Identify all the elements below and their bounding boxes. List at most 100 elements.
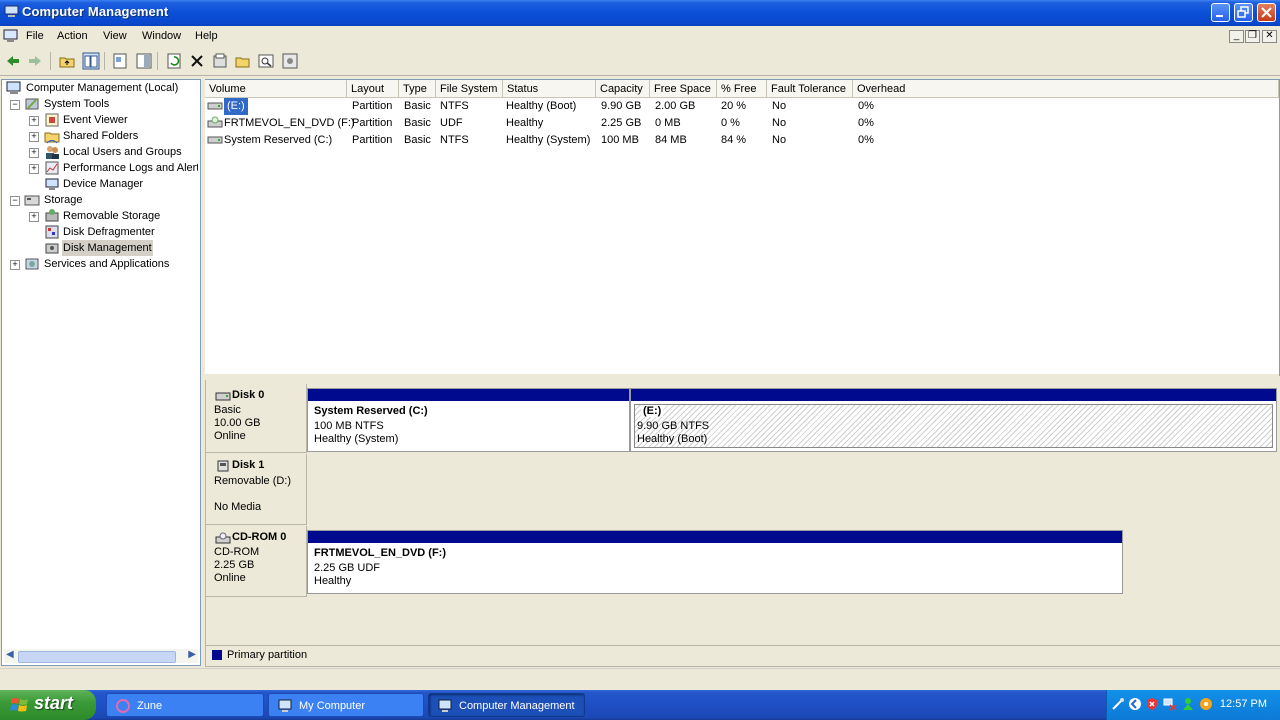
tree-horizontal-scrollbar[interactable]: ◀ ▶ [4,649,198,663]
tree-node-removable-storage[interactable]: + Removable Storage [2,208,198,224]
collapse-icon[interactable]: − [10,100,20,110]
expand-icon[interactable]: + [29,132,39,142]
taskbar-item-zune[interactable]: Zune [106,693,264,717]
disk-settings-icon[interactable] [281,52,299,70]
back-arrow-icon[interactable] [4,52,22,70]
disk-1-label[interactable]: Disk 1 Removable (D:) No Media [206,454,307,525]
users-icon [46,146,59,159]
column-header-status[interactable]: Status [503,80,596,98]
cell-filesystem: UDF [440,117,463,129]
collapse-icon[interactable]: − [10,196,20,206]
partition-dvd[interactable]: FRTMEVOL_EN_DVD (F:) 2.25 GB UDF Healthy [307,530,1123,594]
search-icon[interactable] [257,52,275,70]
menu-file[interactable]: File [26,30,44,42]
volume-list[interactable]: Volume Layout Type File System Status Ca… [205,79,1280,376]
taskbar-item-computer-management[interactable]: Computer Management [428,693,585,717]
menu-view[interactable]: View [103,30,127,42]
cell-fault-tolerance: No [772,134,787,146]
mmc-document-icon[interactable] [3,29,18,43]
minimize-button[interactable] [1211,3,1230,22]
column-header-fault-tolerance[interactable]: Fault Tolerance [767,80,853,98]
tree-node-local-users[interactable]: + Local Users and Groups [2,144,198,160]
open-icon[interactable] [234,52,252,70]
tools-tray-icon[interactable] [1111,697,1125,711]
column-header-filesystem[interactable]: File System [436,80,503,98]
start-button[interactable]: start [0,690,96,720]
cell-overhead: 0% [858,117,874,129]
media-tray-icon[interactable] [1199,697,1213,711]
partition-status: Healthy (System) [314,433,399,445]
mdi-close-button[interactable]: ✕ [1262,30,1277,43]
column-header-free-space[interactable]: Free Space [650,80,717,98]
expand-icon[interactable]: + [10,260,20,270]
refresh-icon[interactable] [165,52,183,70]
column-header-volume[interactable]: Volume [205,80,347,98]
properties-icon[interactable] [111,52,129,70]
delete-icon[interactable] [188,52,206,70]
network-disconnected-icon[interactable] [1163,697,1177,711]
tree-node-system-tools[interactable]: − System Tools [2,96,198,112]
disk-state: No Media [214,501,262,513]
window-title-bar[interactable]: Computer Management [0,0,1280,26]
mdi-restore-button[interactable]: ❐ [1245,30,1260,43]
tree-node-root[interactable]: Computer Management (Local) [4,80,200,96]
back-tray-icon[interactable] [1128,697,1142,711]
security-alert-icon[interactable] [1145,697,1159,711]
forward-arrow-icon[interactable] [26,52,44,70]
tree-node-event-viewer[interactable]: + Event Viewer [2,112,198,128]
disk-graphical-view[interactable]: Disk 0 Basic 10.00 GB Online System Rese… [205,380,1280,646]
mdi-minimize-button[interactable]: _ [1229,30,1244,43]
windows-logo-icon [10,698,28,712]
taskbar: start Zune My Computer Computer Manageme… [0,690,1280,720]
tree-node-perf-logs[interactable]: + Performance Logs and Alerts [2,160,198,176]
menu-help[interactable]: Help [195,30,218,42]
cell-volume: System Reserved (C:) [224,134,333,146]
expand-icon[interactable]: + [29,116,39,126]
tree-node-disk-defragmenter[interactable]: Disk Defragmenter [2,224,198,240]
device-manager-icon [45,178,59,190]
tree-node-storage[interactable]: − Storage [2,192,198,208]
cell-type: Basic [404,100,431,112]
console-tree[interactable]: Computer Management (Local) − System Too… [1,79,201,666]
expand-icon[interactable]: + [29,148,39,158]
up-one-level-icon[interactable] [58,52,76,70]
hard-disk-icon [215,392,231,401]
partition-system-reserved[interactable]: System Reserved (C:) 100 MB NTFS Healthy… [307,388,630,452]
tree-node-shared-folders[interactable]: + Shared Folders [2,128,198,144]
menu-action[interactable]: Action [57,30,88,42]
column-header-capacity[interactable]: Capacity [596,80,650,98]
close-icon: ✕ [1265,30,1274,41]
tree-label: System Tools [44,98,110,110]
restore-button[interactable] [1234,3,1253,22]
cdrom-0-label[interactable]: CD-ROM 0 CD-ROM 2.25 GB Online [206,526,307,597]
messenger-icon[interactable] [1181,697,1195,711]
removable-storage-icon [45,209,59,222]
column-header-type[interactable]: Type [399,80,436,98]
cell-capacity: 2.25 GB [601,117,642,129]
help-pane-icon[interactable] [135,52,153,70]
partition-e-drive[interactable]: (E:) 9.90 GB NTFS Healthy (Boot) [630,388,1277,452]
close-button[interactable] [1257,3,1276,22]
column-header-overhead[interactable]: Overhead [853,80,1279,98]
column-header-percent-free[interactable]: % Free [717,80,767,98]
expand-icon[interactable]: + [29,212,39,222]
menu-window[interactable]: Window [142,30,181,42]
tree-node-device-manager[interactable]: Device Manager [2,176,198,192]
cell-status: Healthy [506,117,544,129]
expand-icon[interactable]: + [29,164,39,174]
primary-partition-bar [308,389,629,401]
scroll-right-icon[interactable]: ▶ [188,649,196,660]
scroll-left-icon[interactable]: ◀ [6,649,14,660]
properties-sheet-icon[interactable] [211,52,229,70]
cell-layout: Partition [352,100,393,112]
column-header-layout[interactable]: Layout [347,80,399,98]
taskbar-item-my-computer[interactable]: My Computer [268,693,424,717]
disk-0-label[interactable]: Disk 0 Basic 10.00 GB Online [206,384,307,453]
tree-node-services[interactable]: + Services and Applications [2,256,198,272]
show-hide-tree-icon[interactable] [82,52,100,70]
shared-folder-icon [44,132,60,144]
hard-disk-icon [207,136,223,144]
scrollbar-thumb[interactable] [18,651,176,663]
tree-node-disk-management[interactable]: Disk Management [2,240,198,256]
cell-capacity: 9.90 GB [601,100,642,112]
